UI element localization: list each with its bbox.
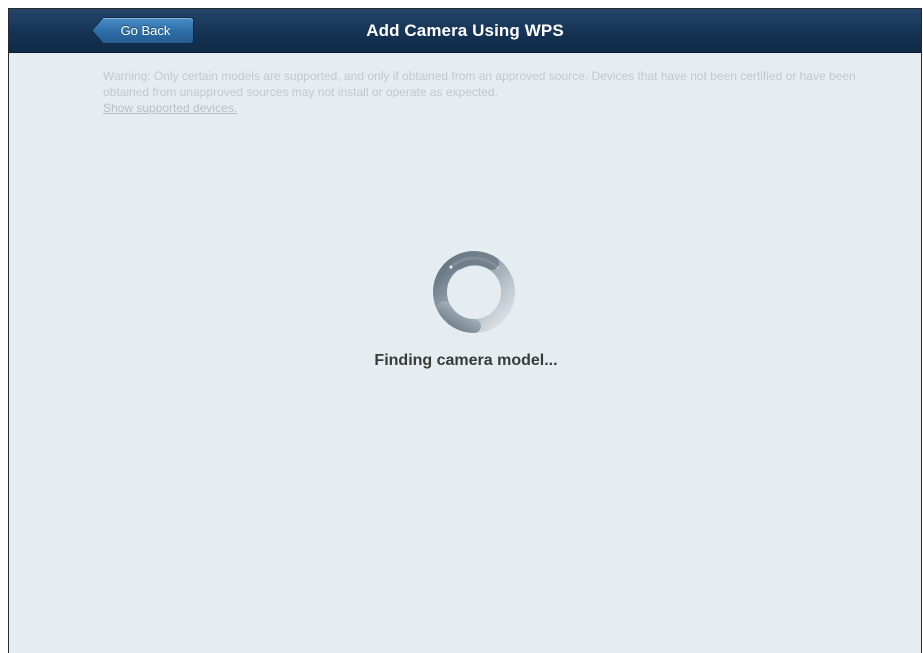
- app-window: Go Back Add Camera Using WPS Warning: On…: [8, 8, 922, 653]
- warning-notice: Warning: Only certain models are support…: [103, 68, 863, 116]
- loading-spinner-icon: [428, 246, 520, 338]
- title-bar: Go Back Add Camera Using WPS: [9, 9, 921, 53]
- main-content: Warning: Only certain models are support…: [9, 54, 921, 653]
- warning-text: Warning: Only certain models are support…: [103, 69, 856, 99]
- show-supported-devices-link[interactable]: Show supported devices.: [103, 100, 237, 116]
- status-message: Finding camera model...: [374, 352, 558, 369]
- page-title: Add Camera Using WPS: [366, 21, 564, 40]
